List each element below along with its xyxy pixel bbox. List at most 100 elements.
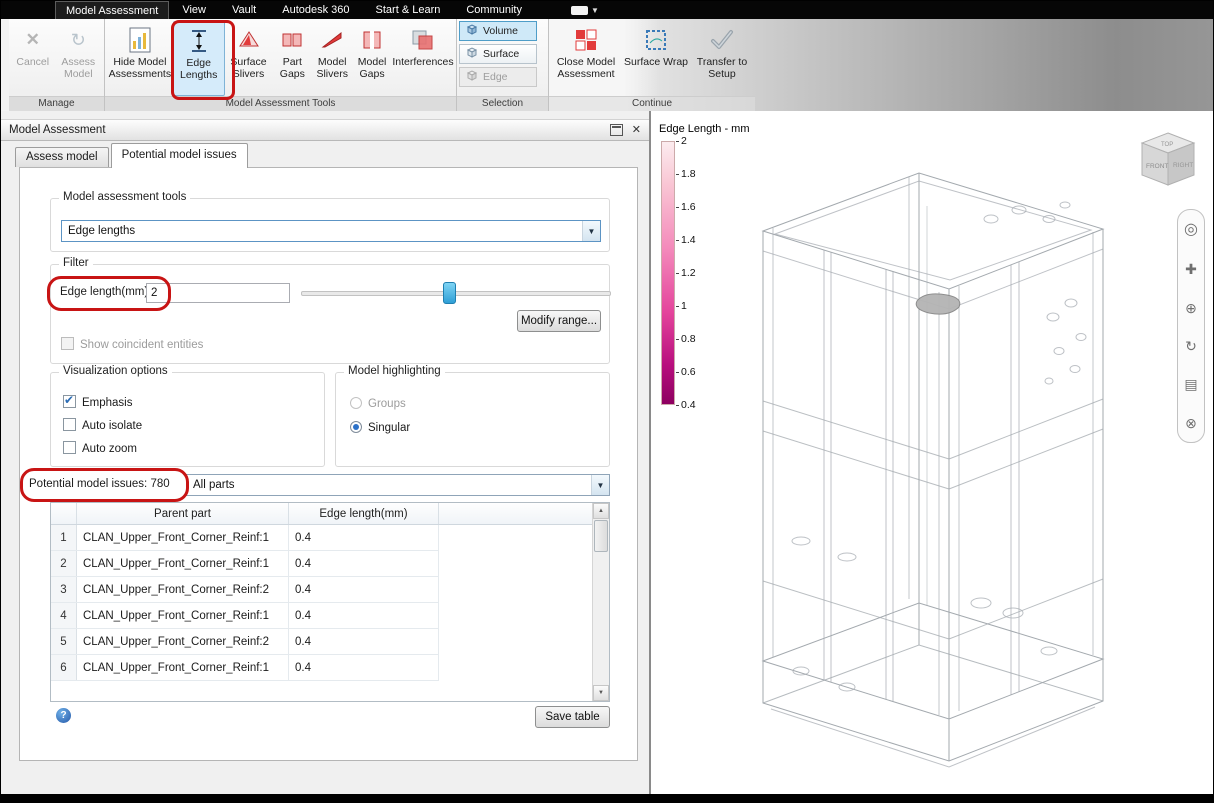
interferences-icon bbox=[411, 24, 435, 56]
tab-assess-model[interactable]: Assess model bbox=[15, 147, 109, 167]
assessment-tool-combobox[interactable]: Edge lengths ▼ bbox=[61, 220, 601, 242]
panel-title-bar: Model Assessment ✕ bbox=[1, 119, 649, 141]
groups-radio[interactable] bbox=[350, 397, 362, 409]
menu-tab-model-assessment[interactable]: Model Assessment bbox=[55, 1, 169, 19]
navigation-bar: ◎ ✚ ⊕ ↻ ▤ ⊗ bbox=[1177, 209, 1205, 443]
surface-wrap-button[interactable]: Surface Wrap bbox=[621, 21, 691, 96]
table-scrollbar[interactable]: ▲ ▼ bbox=[592, 503, 609, 701]
table-row[interactable]: 3CLAN_Upper_Front_Corner_Reinf:20.4 bbox=[51, 577, 439, 603]
edge-cube-icon bbox=[465, 69, 478, 85]
legend-tick: 0.8 bbox=[681, 333, 696, 345]
hide-model-assessments-icon bbox=[129, 24, 151, 56]
cancel-button[interactable]: ✕ Cancel bbox=[11, 21, 55, 96]
tab-potential-model-issues[interactable]: Potential model issues bbox=[111, 143, 248, 168]
menubar: Model Assessment View Vault Autodesk 360… bbox=[1, 1, 1213, 19]
highlighted-part[interactable] bbox=[916, 294, 960, 314]
disable-tools-icon[interactable]: ⊗ bbox=[1185, 416, 1197, 430]
auto-zoom-label: Auto zoom bbox=[82, 443, 137, 455]
table-row[interactable]: 6CLAN_Upper_Front_Corner_Reinf:10.4 bbox=[51, 655, 439, 681]
group-filter: Filter Edge length(mm) Modify range... S… bbox=[50, 264, 610, 364]
legend-title: Edge Length - mm bbox=[659, 123, 750, 135]
singular-radio[interactable] bbox=[350, 421, 362, 433]
pan-icon[interactable]: ✚ bbox=[1185, 262, 1197, 276]
ribbon-group-manage: ✕ Cancel ↻ Assess Model Manage bbox=[9, 19, 105, 111]
table-row[interactable]: 1CLAN_Upper_Front_Corner_Reinf:10.4 bbox=[51, 525, 439, 551]
combobox-value: All parts bbox=[193, 479, 235, 491]
group-label-tools: Model Assessment Tools bbox=[105, 96, 456, 111]
auto-zoom-checkbox[interactable] bbox=[63, 441, 76, 454]
edge-length-legend: Edge Length - mm 2 1.8 1.6 1.4 1.2 1 0.8… bbox=[659, 123, 750, 405]
menu-tab-label: Model Assessment bbox=[66, 5, 158, 17]
auto-isolate-checkbox[interactable] bbox=[63, 418, 76, 431]
issues-table: Parent part Edge length(mm) 1CLAN_Upper_… bbox=[50, 502, 610, 702]
selection-surface-button[interactable]: Surface bbox=[459, 44, 537, 64]
header-edge-length[interactable]: Edge length(mm) bbox=[289, 503, 439, 524]
menu-item-view[interactable]: View bbox=[169, 1, 219, 19]
orbit-icon[interactable]: ↻ bbox=[1185, 339, 1197, 353]
model-viewport[interactable]: Edge Length - mm 2 1.8 1.6 1.4 1.2 1 0.8… bbox=[650, 111, 1214, 796]
ribbon: ✕ Cancel ↻ Assess Model Manage Hide Mode… bbox=[1, 19, 1213, 111]
look-at-icon[interactable]: ▤ bbox=[1184, 377, 1197, 391]
model-slivers-icon bbox=[321, 24, 343, 56]
viewcube-top-label: TOP bbox=[1161, 142, 1173, 148]
edge-lengths-icon bbox=[189, 25, 209, 57]
edge-length-slider-handle[interactable] bbox=[443, 282, 456, 304]
interferences-button[interactable]: Interferences bbox=[392, 21, 454, 96]
help-icon[interactable]: ? bbox=[56, 708, 71, 723]
part-gaps-button[interactable]: Part Gaps bbox=[272, 21, 312, 96]
header-filler bbox=[439, 503, 609, 524]
media-menu-button[interactable]: ▼ bbox=[571, 1, 599, 19]
parts-filter-combobox[interactable]: All parts ▼ bbox=[186, 474, 610, 496]
selection-edge-button[interactable]: Edge bbox=[459, 67, 537, 87]
model-gaps-icon bbox=[361, 24, 383, 56]
media-icon bbox=[571, 6, 588, 15]
ribbon-group-tools: Hide Model Assessments Edge Lengths Surf… bbox=[105, 19, 457, 111]
zoom-icon[interactable]: ⊕ bbox=[1185, 301, 1197, 315]
volume-cube-icon bbox=[465, 23, 478, 39]
surface-slivers-button[interactable]: Surface Slivers bbox=[225, 21, 273, 96]
show-coincident-checkbox[interactable] bbox=[61, 337, 74, 350]
dock-panel-icon[interactable] bbox=[610, 124, 623, 136]
table-row[interactable]: 5CLAN_Upper_Front_Corner_Reinf:20.4 bbox=[51, 629, 439, 655]
scroll-down-icon[interactable]: ▼ bbox=[593, 685, 609, 701]
transfer-to-setup-button[interactable]: Transfer to Setup bbox=[691, 21, 753, 96]
scrollbar-thumb[interactable] bbox=[594, 520, 608, 552]
panel-content: Model assessment tools Edge lengths ▼ Fi… bbox=[19, 167, 638, 761]
model-gaps-button[interactable]: Model Gaps bbox=[352, 21, 392, 96]
table-row[interactable]: 2CLAN_Upper_Front_Corner_Reinf:10.4 bbox=[51, 551, 439, 577]
close-model-assessment-button[interactable]: Close Model Assessment bbox=[551, 21, 621, 96]
panel-tabs: Assess model Potential model issues bbox=[15, 143, 250, 167]
selection-volume-button[interactable]: Volume bbox=[459, 21, 537, 41]
panel-title: Model Assessment bbox=[9, 124, 106, 136]
scroll-up-icon[interactable]: ▲ bbox=[593, 503, 609, 519]
menu-item-autodesk360[interactable]: Autodesk 360 bbox=[269, 1, 362, 19]
chevron-down-icon[interactable]: ▼ bbox=[582, 221, 600, 241]
modify-range-button[interactable]: Modify range... bbox=[517, 310, 601, 332]
save-table-button[interactable]: Save table bbox=[535, 706, 610, 728]
header-parent-part[interactable]: Parent part bbox=[77, 503, 289, 524]
menu-item-start-learn[interactable]: Start & Learn bbox=[363, 1, 454, 19]
edge-length-slider-track[interactable] bbox=[301, 291, 611, 296]
emphasis-checkbox[interactable] bbox=[63, 395, 76, 408]
legend-tick: 0.6 bbox=[681, 366, 696, 378]
legend-tick: 2 bbox=[681, 135, 687, 147]
assess-model-button[interactable]: ↻ Assess Model bbox=[55, 21, 102, 96]
steering-wheel-icon[interactable]: ◎ bbox=[1184, 222, 1198, 238]
model-slivers-button[interactable]: Model Slivers bbox=[312, 21, 352, 96]
chevron-down-icon[interactable]: ▼ bbox=[591, 475, 609, 495]
edge-length-input[interactable] bbox=[146, 283, 290, 303]
legend-tick: 1.6 bbox=[681, 201, 696, 213]
group-model-assessment-tools: Model assessment tools Edge lengths ▼ bbox=[50, 198, 610, 252]
menu-item-community[interactable]: Community bbox=[453, 1, 535, 19]
edge-lengths-button[interactable]: Edge Lengths bbox=[173, 21, 225, 96]
close-panel-icon[interactable]: ✕ bbox=[632, 125, 641, 136]
checkmark-icon bbox=[709, 24, 735, 56]
menu-item-vault[interactable]: Vault bbox=[219, 1, 269, 19]
show-coincident-label: Show coincident entities bbox=[80, 339, 203, 351]
header-row-number[interactable] bbox=[51, 503, 77, 524]
hide-model-assessments-button[interactable]: Hide Model Assessments bbox=[107, 21, 173, 96]
view-cube[interactable]: TOP FRONT RIGHT bbox=[1135, 131, 1201, 191]
close-model-assessment-icon bbox=[574, 24, 598, 56]
combobox-value: Edge lengths bbox=[68, 225, 135, 237]
table-row[interactable]: 4CLAN_Upper_Front_Corner_Reinf:10.4 bbox=[51, 603, 439, 629]
